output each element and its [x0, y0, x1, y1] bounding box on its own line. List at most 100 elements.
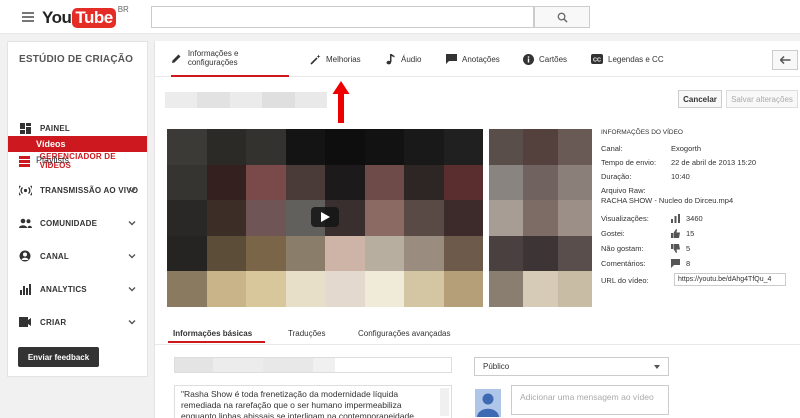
- logo-region: BR: [117, 5, 129, 14]
- dropdown-arrow-icon: [654, 365, 660, 369]
- youtube-logo[interactable]: You Tube BR: [42, 5, 129, 29]
- views-value: 3460: [686, 214, 703, 223]
- likes-value: 15: [686, 229, 695, 238]
- hamburger-menu-icon[interactable]: [22, 12, 34, 22]
- live-broadcast-icon: [18, 183, 32, 197]
- music-note-icon: [384, 53, 396, 65]
- sidebar-item-label: COMUNIDADE: [40, 218, 98, 228]
- create-icon: [18, 315, 32, 329]
- creator-studio-sidebar: ESTÚDIO DE CRIAÇÃO PAINEL GERENCIADOR DE…: [7, 41, 148, 377]
- dislikes-label: Não gostam:: [601, 244, 644, 253]
- video-message-input[interactable]: Adicionar uma mensagem ao vídeo: [511, 385, 669, 415]
- sidebar-item-label: TRANSMISSÃO AO VIVO: [40, 185, 139, 195]
- sidebar-subitem-playlists[interactable]: Playlists: [8, 152, 147, 168]
- channel-value: Exogorth: [671, 144, 702, 153]
- upload-time-label: Tempo de envio:: [601, 158, 657, 167]
- tab-info-settings[interactable]: Informações e configurações: [171, 41, 289, 77]
- thumbnail-pixelated: [489, 129, 592, 307]
- logo-tube-text: Tube: [72, 8, 116, 28]
- active-tab-indicator: [168, 341, 265, 343]
- title-field-blurred[interactable]: [174, 357, 452, 373]
- save-changes-button[interactable]: Salvar alterações: [726, 90, 798, 108]
- tab-annotations[interactable]: Anotações: [445, 41, 500, 77]
- sidebar-item-community[interactable]: COMUNIDADE: [8, 213, 147, 233]
- chevron-down-icon: [128, 221, 136, 226]
- tab-cards[interactable]: Cartões: [522, 41, 567, 77]
- tab-label: Anotações: [462, 54, 500, 64]
- chevron-down-icon: [128, 254, 136, 259]
- back-button[interactable]: [772, 50, 798, 70]
- editor-tabs: Informações e configurações Melhorias Áu…: [155, 41, 800, 77]
- video-info-title: INFORMAÇÕES DO VÍDEO: [601, 129, 683, 136]
- raw-file-label: Arquivo Raw:: [601, 186, 646, 195]
- chevron-down-icon: [128, 287, 136, 292]
- video-title-blurred: [165, 92, 328, 108]
- tab-translations[interactable]: Traduções: [288, 329, 326, 338]
- video-editor-panel: Informações e configurações Melhorias Áu…: [154, 41, 800, 418]
- tab-label: Áudio: [401, 54, 422, 64]
- video-url-field[interactable]: https://youtu.be/dAhg4TfQu_4: [674, 273, 786, 286]
- comments-value: 8: [686, 259, 691, 268]
- channel-icon: [18, 249, 32, 263]
- views-icon: [671, 214, 680, 223]
- search-icon: [557, 12, 568, 23]
- tab-label: Cartões: [539, 54, 568, 64]
- sidebar-item-label: CANAL: [40, 251, 69, 261]
- tab-label: Informações e configurações: [187, 49, 239, 67]
- play-icon: [320, 212, 330, 222]
- sidebar-item-live[interactable]: TRANSMISSÃO AO VIVO: [8, 180, 147, 200]
- tab-label: Legendas e CC: [608, 54, 664, 64]
- duration-label: Duração:: [601, 172, 632, 181]
- dislikes-value: 5: [686, 244, 691, 253]
- comment-icon: [671, 259, 680, 268]
- dashboard-icon: [18, 121, 32, 135]
- tab-enhancements[interactable]: Melhorias: [309, 41, 361, 77]
- back-arrow-icon: [779, 56, 790, 64]
- play-button[interactable]: [311, 207, 339, 227]
- info-circle-icon: [522, 53, 534, 65]
- avatar: [475, 389, 501, 417]
- tab-basic-info[interactable]: Informações básicas: [173, 329, 252, 338]
- description-textarea[interactable]: "Rasha Show é toda frenetização da moder…: [174, 385, 452, 418]
- pencil-icon: [171, 52, 183, 64]
- raw-file-value: RACHA SHOW - Nucleo do Dirceu.mp4: [601, 196, 734, 205]
- sidebar-item-painel[interactable]: PAINEL: [8, 118, 147, 138]
- magic-wand-icon: [309, 53, 321, 65]
- search-button[interactable]: [534, 6, 590, 28]
- upload-time-value: 22 de abril de 2013 15:20: [671, 158, 757, 167]
- likes-label: Gostei:: [601, 229, 625, 238]
- chevron-down-icon: [128, 320, 136, 325]
- analytics-icon: [18, 282, 32, 296]
- sidebar-item-analytics[interactable]: ANALYTICS: [8, 279, 147, 299]
- visibility-value: Público: [483, 362, 510, 371]
- sidebar-item-label: CRIAR: [40, 317, 67, 327]
- sidebar-item-create[interactable]: CRIAR: [8, 312, 147, 332]
- tab-audio[interactable]: Áudio: [384, 41, 421, 77]
- sidebar-item-label: ANALYTICS: [40, 284, 87, 294]
- visibility-select[interactable]: Público: [474, 357, 669, 376]
- tab-advanced-settings[interactable]: Configurações avançadas: [358, 329, 451, 338]
- community-icon: [18, 216, 32, 230]
- channel-label: Canal:: [601, 144, 623, 153]
- thumbs-down-icon: [671, 244, 680, 253]
- video-url-label: URL do vídeo:: [601, 276, 649, 285]
- red-pointer-arrow: [332, 81, 350, 123]
- description-scrollbar[interactable]: [440, 388, 449, 416]
- tab-label: Melhorias: [326, 54, 361, 64]
- send-feedback-button[interactable]: Enviar feedback: [18, 347, 99, 367]
- sidebar-title: ESTÚDIO DE CRIAÇÃO: [19, 54, 134, 65]
- default-avatar-icon: [475, 389, 501, 417]
- video-thumbnail[interactable]: [489, 129, 592, 307]
- thumbs-up-icon: [671, 229, 680, 238]
- chevron-down-icon: [128, 188, 136, 193]
- speech-bubble-icon: [445, 53, 457, 65]
- video-player[interactable]: [167, 129, 483, 307]
- sidebar-item-channel[interactable]: CANAL: [8, 246, 147, 266]
- cancel-button[interactable]: Cancelar: [678, 90, 722, 108]
- logo-you-text: You: [42, 8, 72, 27]
- search-input[interactable]: [151, 6, 534, 28]
- tab-subtitles-cc[interactable]: CC Legendas e CC: [591, 41, 664, 77]
- top-bar: You Tube BR: [0, 0, 800, 34]
- sidebar-subitem-videos[interactable]: Vídeos: [8, 136, 147, 152]
- comments-label: Comentários:: [601, 259, 646, 268]
